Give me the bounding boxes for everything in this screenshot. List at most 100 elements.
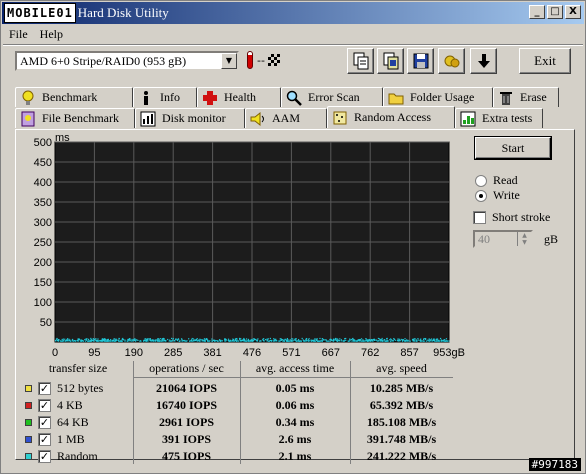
chart-data-point: [152, 339, 154, 341]
chart-data-point: [414, 340, 416, 342]
start-button[interactable]: Start: [475, 137, 551, 159]
chart-data-point: [329, 338, 331, 341]
minimize-button[interactable]: _: [529, 5, 545, 19]
chart-data-point: [378, 338, 381, 340]
tab-label: Disk monitor: [162, 111, 226, 125]
chart-data-point: [92, 338, 94, 340]
chart-data-point: [274, 338, 276, 340]
chart-data-point: [427, 340, 429, 342]
drive-select[interactable]: AMD 6+0 Stripe/RAID0 (953 gB) ▼: [15, 51, 239, 71]
tab-aam[interactable]: AAM: [245, 108, 327, 128]
chart-data-point: [188, 338, 190, 340]
chevron-down-icon[interactable]: ▼: [221, 53, 237, 69]
options-icon: [444, 55, 459, 68]
col-speed: avg. speed: [376, 361, 427, 375]
write-radio-circle[interactable]: [475, 189, 487, 202]
chart-data-point: [117, 339, 119, 341]
chart-data-point: [328, 340, 330, 342]
tab-benchmark[interactable]: Benchmark: [15, 87, 133, 107]
chart-data-point: [317, 340, 319, 342]
chart-data-point: [215, 340, 217, 342]
chart-data-point: [360, 338, 363, 340]
chart-y-tick-label: 150: [34, 277, 52, 289]
chart-data-point: [391, 340, 394, 342]
chart-data-point: [90, 337, 92, 340]
menu-help[interactable]: Help: [34, 25, 69, 43]
short-stroke-box[interactable]: [473, 211, 486, 224]
access-time-value: 0.34 ms: [275, 415, 315, 429]
chart-data-point: [430, 339, 432, 341]
chart-data-point: [158, 339, 160, 341]
iops-value: 21064 IOPS: [155, 381, 217, 395]
close-button[interactable]: X: [565, 5, 581, 19]
chart-data-point: [206, 339, 209, 341]
chart-data-point: [108, 340, 110, 342]
menu-file[interactable]: File: [3, 25, 34, 43]
chart-data-point: [172, 339, 174, 341]
copy-text-button[interactable]: [347, 48, 374, 74]
copy-screen-button[interactable]: [377, 48, 404, 74]
chart-data-point: [192, 338, 195, 340]
tab-health[interactable]: Health: [197, 87, 281, 107]
stepper-up-icon[interactable]: ▲: [517, 232, 531, 239]
tab-folder-usage[interactable]: Folder Usage: [383, 87, 493, 107]
chart-data-point: [322, 339, 325, 341]
read-radio-circle[interactable]: [475, 174, 487, 187]
speed-value: 65.392 MB/s: [369, 398, 434, 412]
chart-data-point: [194, 339, 197, 342]
chart-y-tick-label: 400: [34, 177, 52, 189]
chart-data-point: [225, 340, 227, 342]
chart-data-point: [286, 339, 288, 341]
chart-data-point: [213, 339, 215, 341]
chart-data-point: [106, 339, 108, 341]
chart-data-point: [266, 339, 268, 341]
tab-disk-monitor[interactable]: Disk monitor: [135, 108, 245, 128]
tab-info[interactable]: Info: [133, 87, 197, 107]
speaker-icon: [250, 111, 266, 127]
chart-data-point: [85, 338, 87, 340]
stepper-down-icon[interactable]: ▼: [517, 239, 531, 246]
series-checkbox[interactable]: ✓: [38, 416, 51, 429]
series-checkbox[interactable]: ✓: [38, 399, 51, 412]
write-radio[interactable]: Write: [475, 188, 520, 203]
chart-data-point: [149, 338, 151, 340]
save-button[interactable]: [407, 48, 434, 74]
watermark-id: #997183: [528, 458, 581, 471]
short-stroke-label: Short stroke: [492, 210, 551, 224]
chart-data-point: [352, 337, 354, 340]
chart-data-point: [96, 339, 98, 342]
chart-data-point: [299, 340, 301, 342]
chart-data-point: [72, 340, 74, 342]
short-stroke-checkbox[interactable]: Short stroke: [473, 210, 550, 225]
chart-data-point: [423, 337, 425, 340]
tab-file-benchmark[interactable]: File Benchmark: [15, 108, 135, 128]
chart-x-tick-label: 95: [88, 347, 100, 359]
iops-value: 475 IOPS: [161, 449, 211, 463]
chart-data-point: [284, 338, 286, 340]
tab-extra-tests[interactable]: Extra tests: [455, 108, 543, 128]
tab-erase[interactable]: Erase: [493, 87, 559, 107]
title-bar[interactable]: MOBILE01 Hard Disk Utility _ □ X: [2, 2, 584, 24]
chart-data-point: [303, 340, 305, 342]
series-checkbox[interactable]: ✓: [38, 450, 51, 463]
tab-label: Extra tests: [482, 111, 533, 125]
chart-data-point: [144, 338, 146, 340]
chart-data-point: [227, 338, 230, 340]
maximize-button[interactable]: □: [547, 5, 563, 19]
short-stroke-stepper[interactable]: 40 ▲ ▼: [473, 230, 533, 248]
chart-data-point: [181, 340, 183, 342]
chart-data-point: [273, 340, 275, 342]
read-radio[interactable]: Read: [475, 173, 518, 188]
download-button[interactable]: [470, 48, 497, 74]
chart-data-point: [415, 339, 417, 341]
tab-random-access[interactable]: Random Access: [327, 106, 455, 128]
tab-error-scan[interactable]: Error Scan: [281, 87, 383, 107]
chart-data-point: [338, 340, 340, 342]
series-checkbox[interactable]: ✓: [38, 433, 51, 446]
series-checkbox[interactable]: ✓: [38, 382, 51, 395]
chart-data-point: [71, 339, 73, 341]
mobile01-logo: MOBILE01: [4, 3, 76, 23]
options-button[interactable]: [438, 48, 465, 74]
exit-button[interactable]: Exit: [519, 48, 571, 74]
chart-data-point: [400, 338, 402, 341]
